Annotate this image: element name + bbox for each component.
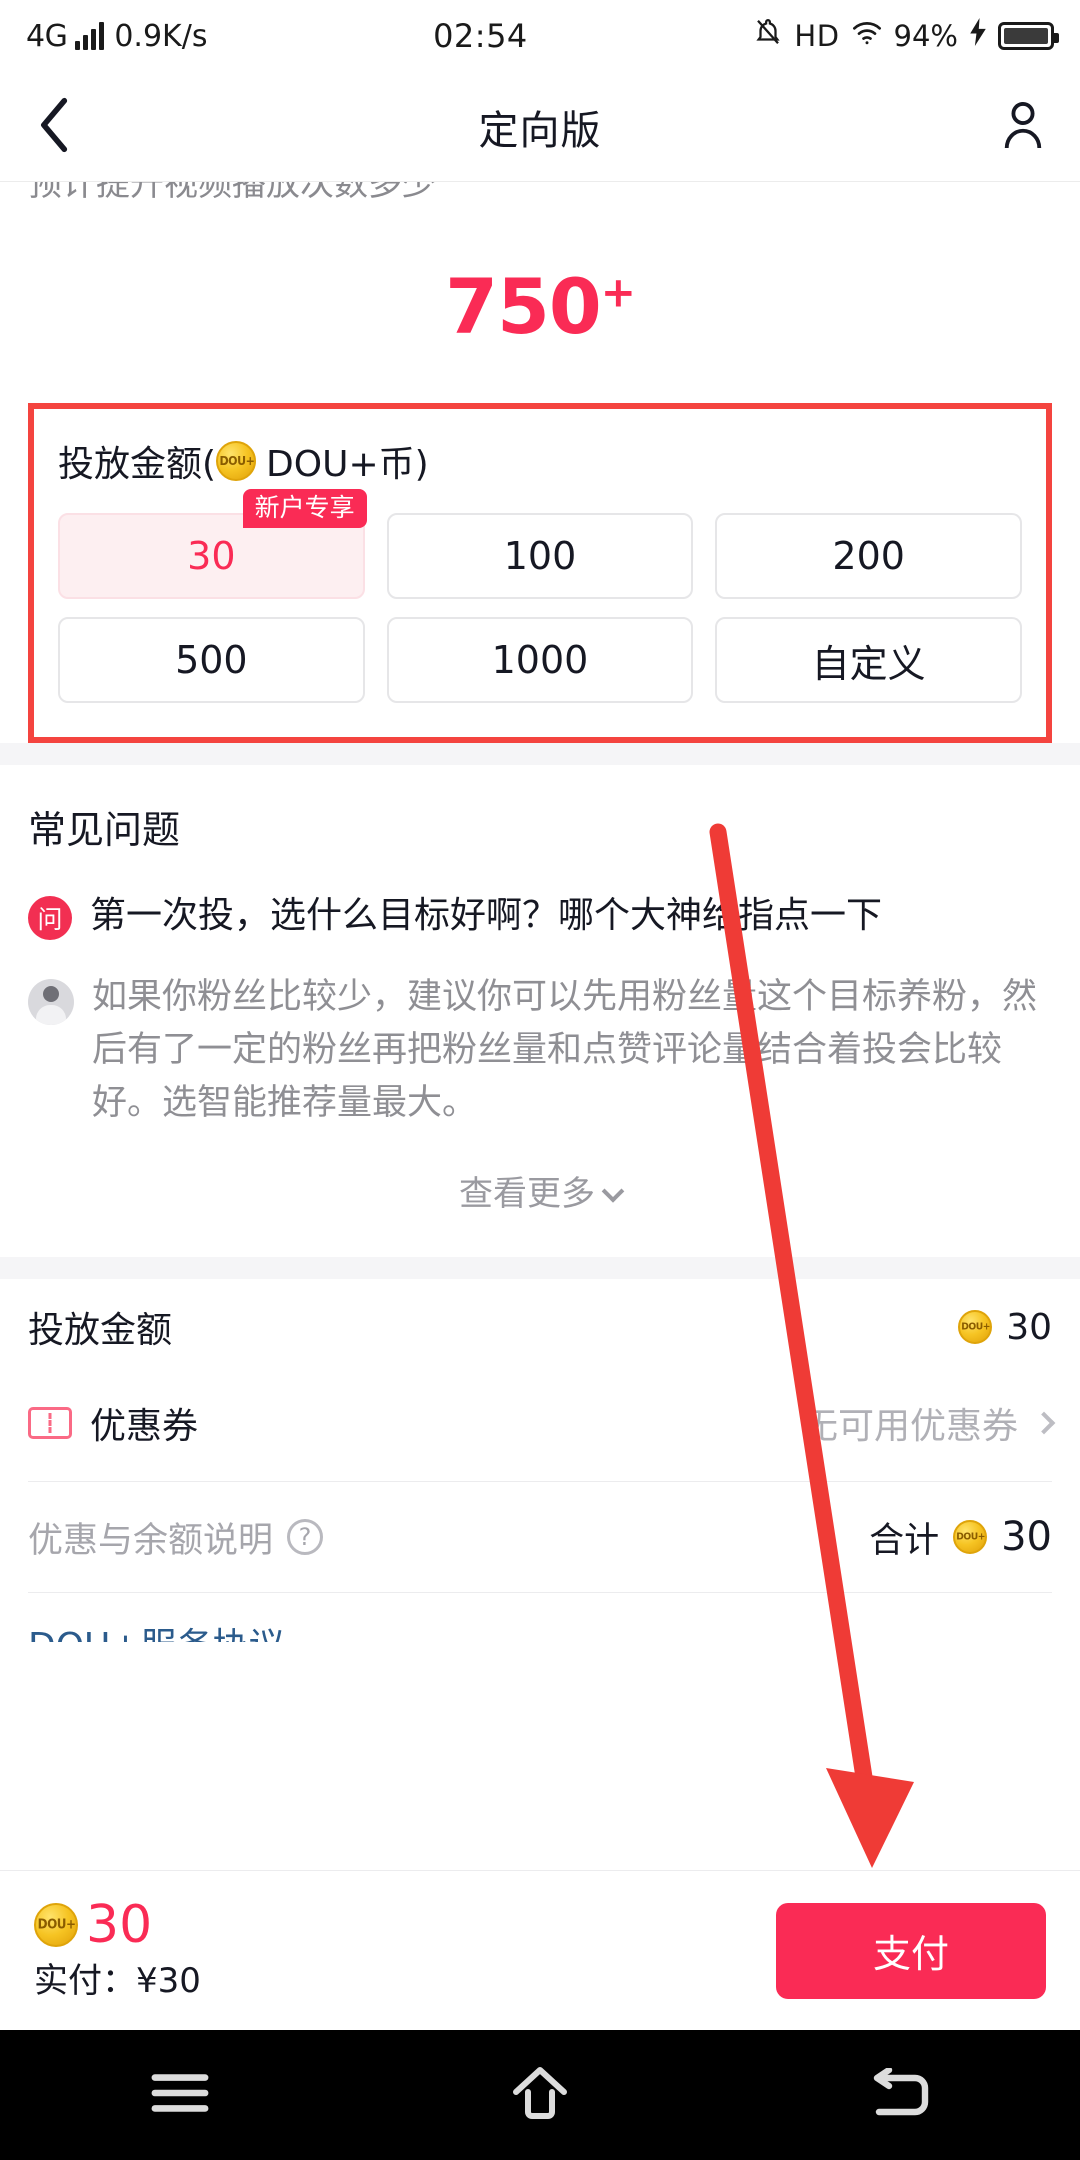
summary-row-total: 优惠与余额说明 ? 合计 30 bbox=[28, 1482, 1052, 1592]
app-header: 定向版 bbox=[0, 72, 1080, 182]
coupon-label: 优惠券 bbox=[90, 1406, 199, 1448]
predicted-plays-number: 750 bbox=[445, 262, 602, 351]
section-divider bbox=[0, 743, 1080, 765]
page-title: 定向版 bbox=[478, 107, 602, 154]
faq-section: 常见问题 问 第一次投，选什么目标好啊？哪个大神给指点一下 如果你粉丝比较少，建… bbox=[0, 765, 1080, 1258]
menu-icon bbox=[151, 2071, 209, 2119]
chevron-down-icon bbox=[601, 1180, 625, 1203]
agreement-row-clipped[interactable]: 已阅读并同意 DOU+服务协议 bbox=[28, 1592, 1052, 1643]
faq-question-row[interactable]: 问 第一次投，选什么目标好啊？哪个大神给指点一下 bbox=[28, 892, 1052, 941]
amount-option-100[interactable]: 100 bbox=[386, 513, 694, 599]
mute-bell-icon bbox=[753, 16, 783, 56]
agreement-link[interactable]: DOU+服务协议 bbox=[28, 1626, 285, 1642]
payment-summary: 30 实付：¥30 bbox=[34, 1899, 201, 2002]
dou-plus-coin-icon bbox=[953, 1520, 988, 1555]
amount-option-label: 1000 bbox=[491, 638, 589, 682]
amount-option-500[interactable]: 500 bbox=[58, 617, 365, 703]
scroll-content: 预计提升视频播放次数多少 750+ 投放金额( DOU+币) 新户专享 30 1… bbox=[0, 182, 1080, 1643]
question-badge-icon: 问 bbox=[28, 896, 72, 940]
status-bar: 4G 0.9K/s 02:54 HD 94% bbox=[0, 0, 1080, 72]
total-label: 合计 bbox=[869, 1520, 940, 1561]
amount-option-label: 200 bbox=[832, 534, 905, 578]
status-bar-center: 02:54 bbox=[207, 17, 753, 55]
amount-option-200[interactable]: 200 bbox=[715, 513, 1022, 599]
total-group: 合计 30 bbox=[869, 1512, 1052, 1563]
summary-amount-value: 30 bbox=[1006, 1306, 1052, 1348]
amount-option-custom[interactable]: 自定义 bbox=[715, 617, 1022, 703]
home-icon bbox=[510, 2066, 570, 2124]
signal-bars-icon bbox=[75, 22, 105, 50]
faq-answer-row: 如果你粉丝比较少，建议你可以先用粉丝量这个目标养粉，然后有了一定的粉丝再把粉丝量… bbox=[28, 971, 1052, 1131]
battery-icon bbox=[998, 22, 1059, 50]
predicted-plays-block: 750+ bbox=[0, 240, 1080, 403]
profile-button[interactable] bbox=[1000, 72, 1046, 182]
home-button[interactable] bbox=[360, 2066, 720, 2124]
amount-option-30[interactable]: 新户专享 30 bbox=[58, 489, 367, 599]
coupon-icon bbox=[28, 1407, 72, 1440]
payment-coin-amount: 30 bbox=[34, 1899, 201, 1951]
summary-amount-label: 投放金额 bbox=[28, 1310, 173, 1352]
battery-percent-label: 94% bbox=[893, 19, 958, 53]
status-bar-left: 4G 0.9K/s bbox=[26, 19, 207, 54]
view-more-label: 查看更多 bbox=[459, 1174, 595, 1215]
section-divider-2 bbox=[0, 1257, 1080, 1280]
view-more-button[interactable]: 查看更多 bbox=[28, 1130, 1052, 1249]
amount-option-1000[interactable]: 1000 bbox=[386, 617, 694, 703]
summary-amount-value-group: 30 bbox=[958, 1307, 1052, 1348]
balance-note-label: 优惠与余额说明 bbox=[28, 1520, 274, 1561]
summary-row-amount: 投放金额 30 bbox=[28, 1279, 1052, 1375]
wifi-icon bbox=[851, 19, 883, 54]
avatar bbox=[28, 978, 74, 1025]
android-navigation-bar bbox=[0, 2030, 1080, 2160]
coupon-value: 无可用优惠券 bbox=[801, 1406, 1018, 1448]
recents-button[interactable] bbox=[0, 2071, 360, 2119]
amount-label-prefix: 投放金额( bbox=[58, 444, 217, 485]
coupon-value-group: 无可用优惠券 bbox=[801, 1397, 1056, 1449]
payment-amount-value: 30 bbox=[86, 1895, 153, 1955]
payment-bar: 30 实付：¥30 支付 bbox=[0, 1870, 1080, 2030]
dou-plus-coin-icon bbox=[216, 441, 257, 481]
network-speed-label: 0.9K/s bbox=[114, 18, 208, 54]
predicted-plays-suffix: + bbox=[600, 267, 636, 317]
faq-title: 常见问题 bbox=[28, 808, 181, 852]
back-button-nav[interactable] bbox=[720, 2066, 1080, 2122]
amount-option-label: 30 bbox=[187, 534, 236, 578]
hd-label: HD bbox=[794, 19, 840, 53]
dou-plus-coin-icon bbox=[34, 1903, 78, 1947]
amount-option-label: 100 bbox=[503, 534, 577, 578]
charging-bolt-icon bbox=[969, 18, 987, 54]
amount-label-suffix: DOU+币) bbox=[266, 444, 429, 485]
question-mark-icon[interactable]: ? bbox=[287, 1519, 324, 1556]
pay-button[interactable]: 支付 bbox=[776, 1902, 1046, 1999]
status-bar-right: HD 94% bbox=[753, 16, 1059, 56]
payment-actual-label: 实付：¥30 bbox=[34, 1961, 201, 2001]
amount-selection-card: 投放金额( DOU+币) 新户专享 30 100 200 500 1000 自定… bbox=[28, 403, 1052, 743]
coupon-label-group: 优惠券 bbox=[28, 1397, 198, 1449]
agreement-text: 已阅读并同意 DOU+服务协议 bbox=[28, 1617, 285, 1642]
amount-options-grid: 新户专享 30 100 200 500 1000 自定义 bbox=[58, 489, 1022, 703]
faq-question-text: 第一次投，选什么目标好啊？哪个大神给指点一下 bbox=[90, 895, 883, 936]
total-value: 30 bbox=[1001, 1514, 1052, 1561]
agreement-prefix: 已阅读并同意 bbox=[28, 1641, 244, 1642]
back-arrow-icon bbox=[871, 2066, 929, 2122]
person-icon bbox=[1000, 100, 1046, 154]
dou-plus-coin-icon bbox=[958, 1310, 993, 1345]
amount-option-label: 自定义 bbox=[811, 641, 926, 686]
summary-row-coupon[interactable]: 优惠券 无可用优惠券 bbox=[28, 1375, 1056, 1471]
network-type-label: 4G bbox=[26, 18, 68, 54]
clock-label: 02:54 bbox=[433, 17, 528, 55]
faq-answer-text: 如果你粉丝比较少，建议你可以先用粉丝量这个目标养粉，然后有了一定的粉丝再把粉丝量… bbox=[92, 976, 1038, 1123]
annotation-arrow-head bbox=[826, 1768, 914, 1868]
balance-note-group[interactable]: 优惠与余额说明 ? bbox=[28, 1512, 324, 1563]
predict-caption-text: 预计提升视频播放次数多少 bbox=[28, 182, 436, 204]
predict-caption-clipped: 预计提升视频播放次数多少 bbox=[0, 182, 1080, 240]
chevron-right-icon bbox=[1032, 1411, 1056, 1435]
new-user-badge: 新户专享 bbox=[242, 489, 367, 528]
amount-option-label: 500 bbox=[175, 638, 248, 682]
order-summary: 投放金额 30 优惠券 无可用优惠券 优惠与余额说明 ? 合计 bbox=[0, 1279, 1080, 1593]
predicted-plays-value: 750+ bbox=[445, 262, 636, 351]
amount-card-label: 投放金额( DOU+币) bbox=[58, 435, 1022, 487]
